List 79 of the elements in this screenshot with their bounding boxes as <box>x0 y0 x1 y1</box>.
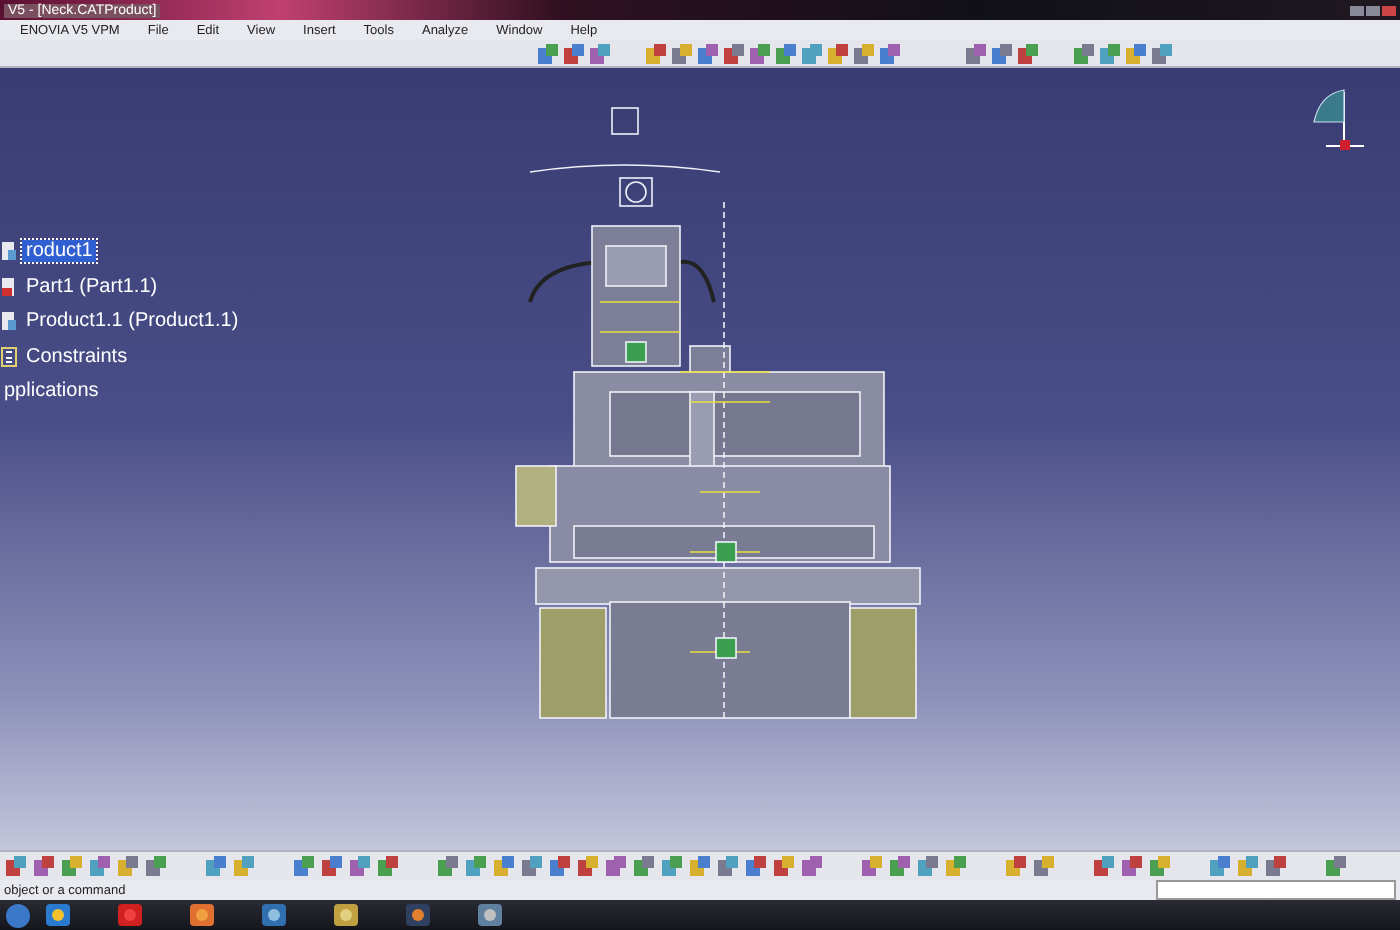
tool-icon[interactable] <box>88 854 112 878</box>
tool-icon[interactable] <box>376 854 400 878</box>
tool-icon[interactable] <box>520 854 544 878</box>
tool-icon[interactable] <box>696 41 720 65</box>
tool-icon[interactable] <box>990 41 1014 65</box>
tool-icon[interactable] <box>4 854 28 878</box>
tool-icon[interactable] <box>576 854 600 878</box>
tool-icon[interactable] <box>1124 41 1148 65</box>
tool-icon[interactable] <box>1016 41 1040 65</box>
tool-icon[interactable] <box>800 41 824 65</box>
tool-icon[interactable] <box>1098 41 1122 65</box>
tool-icon[interactable] <box>670 41 694 65</box>
tool-icon[interactable] <box>1004 854 1028 878</box>
tool-icon[interactable] <box>826 41 850 65</box>
tool-icon[interactable] <box>548 854 572 878</box>
tool-icon[interactable] <box>744 854 768 878</box>
tool-icon[interactable] <box>492 854 516 878</box>
tool-icon[interactable] <box>916 854 940 878</box>
tool-icon[interactable] <box>1236 854 1260 878</box>
start-icon[interactable] <box>4 901 32 929</box>
tool-icon[interactable] <box>1032 854 1056 878</box>
tool-icon[interactable] <box>644 41 668 65</box>
tool-icon[interactable] <box>944 854 968 878</box>
tree-item[interactable]: Part1 (Part1.1) <box>22 275 162 298</box>
tool-icon[interactable] <box>632 854 656 878</box>
tool-icon[interactable] <box>774 41 798 65</box>
tool-icon[interactable] <box>772 854 796 878</box>
tool-icon[interactable] <box>436 854 460 878</box>
constraints-icon <box>0 345 18 368</box>
app-icon[interactable] <box>332 902 360 928</box>
tool-icon[interactable] <box>852 41 876 65</box>
tool-icon[interactable] <box>888 854 912 878</box>
tool-icon[interactable] <box>204 854 228 878</box>
tool-icon[interactable] <box>878 41 902 65</box>
tool-icon[interactable] <box>1092 854 1116 878</box>
tool-icon[interactable] <box>116 854 140 878</box>
app-icon[interactable] <box>476 902 504 928</box>
tool-icon[interactable] <box>464 854 488 878</box>
tool-icon[interactable] <box>1150 41 1174 65</box>
tool-icon[interactable] <box>562 41 586 65</box>
tool-icon[interactable] <box>860 854 884 878</box>
tool-icon[interactable] <box>60 854 84 878</box>
tool-icon[interactable] <box>588 41 612 65</box>
app-icon[interactable] <box>260 902 288 928</box>
tool-icon[interactable] <box>964 41 988 65</box>
tool-icon[interactable] <box>748 41 772 65</box>
app-icon[interactable] <box>404 902 432 928</box>
product-icon <box>0 240 18 263</box>
tool-icon[interactable] <box>716 854 740 878</box>
command-input[interactable] <box>1156 880 1396 900</box>
tree-item[interactable]: roduct1 <box>22 240 97 263</box>
tool-icon[interactable] <box>688 854 712 878</box>
tool-icon[interactable] <box>32 854 56 878</box>
tool-icon[interactable] <box>722 41 746 65</box>
tree-item[interactable]: pplications <box>0 380 103 403</box>
tool-icon[interactable] <box>320 854 344 878</box>
part-icon <box>0 275 18 298</box>
tool-icon[interactable] <box>1072 41 1096 65</box>
tool-icon[interactable] <box>1324 854 1348 878</box>
tool-icon[interactable] <box>292 854 316 878</box>
tool-icon[interactable] <box>144 854 168 878</box>
tree-item[interactable]: Constraints <box>22 345 132 368</box>
tool-icon[interactable] <box>1264 854 1288 878</box>
tree-item[interactable]: Product1.1 (Product1.1) <box>22 310 243 333</box>
product-icon <box>0 310 18 333</box>
window-controls[interactable] <box>1350 5 1396 15</box>
tool-icon[interactable] <box>660 854 684 878</box>
tool-icon[interactable] <box>604 854 628 878</box>
tool-icon[interactable] <box>536 41 560 65</box>
tool-icon[interactable] <box>348 854 372 878</box>
compass-drawing <box>1313 89 1365 150</box>
tool-icon[interactable] <box>800 854 824 878</box>
app-icon[interactable] <box>188 902 216 928</box>
app-icon[interactable] <box>116 902 144 928</box>
tool-icon[interactable] <box>232 854 256 878</box>
tool-icon[interactable] <box>1208 854 1232 878</box>
tool-icon[interactable] <box>1120 854 1144 878</box>
tool-icon[interactable] <box>1148 854 1172 878</box>
app-icon[interactable] <box>44 902 72 928</box>
